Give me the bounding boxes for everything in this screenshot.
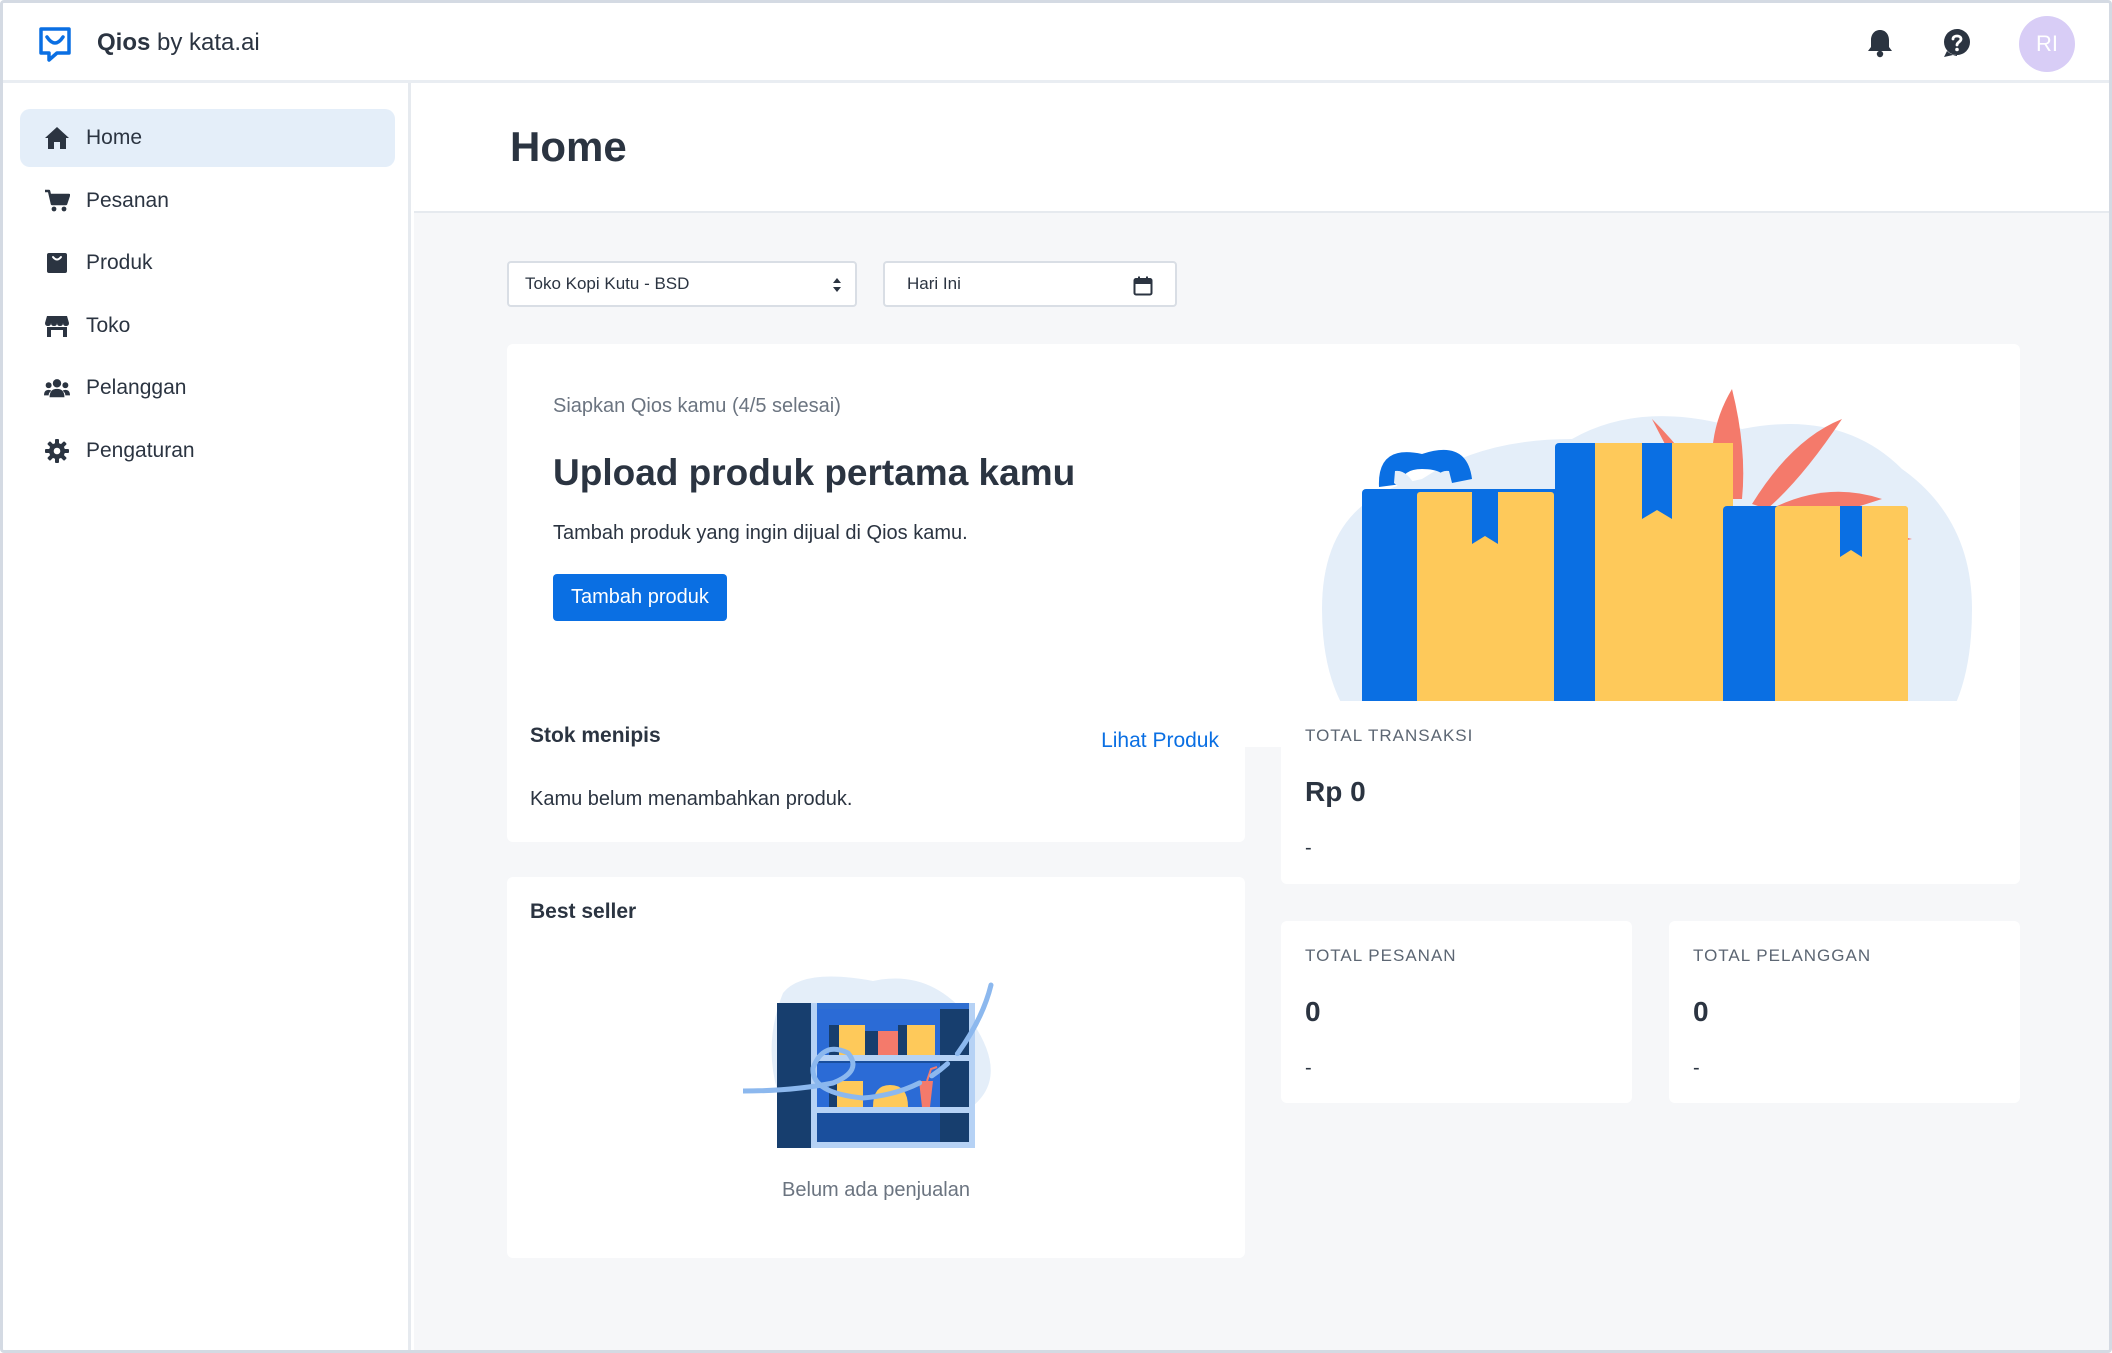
sidebar-item-produk[interactable]: Produk xyxy=(20,234,395,292)
total-customers-card: TOTAL PELANGGAN 0 - xyxy=(1669,921,2020,1103)
sidebar-item-label: Pengaturan xyxy=(86,439,195,462)
best-seller-card: Best seller Belum ada penjualan xyxy=(507,877,1245,1258)
low-stock-empty-text: Kamu belum menambahkan produk. xyxy=(530,788,853,810)
store-select-value: Toko Kopi Kutu - BSD xyxy=(525,274,690,293)
sidebar-item-home[interactable]: Home xyxy=(20,109,395,167)
low-stock-card: Stok menipis Lihat Produk Kamu belum men… xyxy=(507,701,1245,842)
setup-description: Tambah produk yang ingin dijual di Qios … xyxy=(553,522,968,544)
brand-name: Qios xyxy=(97,29,151,56)
view-products-link[interactable]: Lihat Produk xyxy=(1101,729,1219,753)
page-title: Home xyxy=(510,123,627,170)
product-bag-icon xyxy=(44,250,70,276)
sidebar-item-pelanggan[interactable]: Pelanggan xyxy=(20,359,395,417)
main-content: Home Toko Kopi Kutu - BSD Hari Ini Siapk… xyxy=(414,83,2109,1350)
brand[interactable]: Qios by kata.ai xyxy=(37,23,260,63)
sidebar: Home Pesanan Produk Toko Pelanggan Penga… xyxy=(3,83,411,1350)
calendar-icon xyxy=(1133,276,1153,301)
sidebar-item-label: Pesanan xyxy=(86,189,169,212)
qios-logo-icon xyxy=(37,23,73,63)
stat-sub: - xyxy=(1693,1057,1700,1079)
home-icon xyxy=(44,125,70,151)
gear-icon xyxy=(44,438,70,464)
stat-sub: - xyxy=(1305,837,1312,859)
sidebar-item-pengaturan[interactable]: Pengaturan xyxy=(20,422,395,480)
sidebar-item-label: Produk xyxy=(86,251,153,274)
total-orders-card: TOTAL PESANAN 0 - xyxy=(1281,921,1632,1103)
sidebar-item-label: Pelanggan xyxy=(86,376,187,399)
stat-value: 0 xyxy=(1305,996,1321,1027)
add-product-button[interactable]: Tambah produk xyxy=(553,574,727,621)
setup-progress-text: Siapkan Qios kamu (4/5 selesai) xyxy=(553,395,841,417)
store-icon xyxy=(44,313,70,339)
stat-sub: - xyxy=(1305,1057,1312,1079)
gift-boxes-illustration xyxy=(1322,389,1972,747)
store-select[interactable]: Toko Kopi Kutu - BSD xyxy=(507,261,857,307)
brand-text: Qios by kata.ai xyxy=(97,29,260,57)
top-bar: Qios by kata.ai RI xyxy=(3,3,2109,83)
total-transactions-card: TOTAL TRANSAKSI Rp 0 - xyxy=(1281,701,2020,884)
user-avatar[interactable]: RI xyxy=(2019,16,2075,72)
select-sort-icon xyxy=(831,275,843,300)
best-seller-empty-text: Belum ada penjualan xyxy=(782,1179,970,1201)
brand-suffix: by kata.ai xyxy=(150,29,260,56)
page-header: Home xyxy=(414,83,2109,213)
setup-title: Upload produk pertama kamu xyxy=(553,452,1076,493)
cart-icon xyxy=(44,188,70,214)
sidebar-item-label: Home xyxy=(86,126,143,149)
sidebar-item-label: Toko xyxy=(86,314,131,337)
low-stock-title: Stok menipis xyxy=(530,724,661,747)
stat-label: TOTAL PESANAN xyxy=(1305,946,1457,965)
sidebar-item-toko[interactable]: Toko xyxy=(20,297,395,355)
date-range-value: Hari Ini xyxy=(907,274,961,293)
stat-value: 0 xyxy=(1693,996,1709,1027)
users-icon xyxy=(44,375,70,401)
app-window: Qios by kata.ai RI Home Pesanan Produk T… xyxy=(0,0,2112,1353)
bell-icon[interactable] xyxy=(1860,23,1900,63)
setup-card: Siapkan Qios kamu (4/5 selesai) Upload p… xyxy=(507,344,2020,747)
help-icon[interactable] xyxy=(1937,23,1977,63)
stat-value: Rp 0 xyxy=(1305,776,1366,807)
sidebar-item-pesanan[interactable]: Pesanan xyxy=(20,172,395,230)
date-range-picker[interactable]: Hari Ini xyxy=(883,261,1177,307)
empty-shelf-illustration xyxy=(743,976,994,1148)
stat-label: TOTAL PELANGGAN xyxy=(1693,946,1872,965)
best-seller-title: Best seller xyxy=(530,900,637,923)
stat-label: TOTAL TRANSAKSI xyxy=(1305,726,1474,745)
